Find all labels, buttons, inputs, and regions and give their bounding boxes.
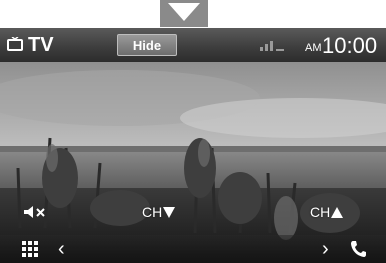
grid-menu-icon[interactable] — [22, 241, 38, 257]
tv-video[interactable] — [0, 28, 386, 263]
channel-down-button[interactable]: CH — [142, 204, 176, 220]
mute-icon — [24, 206, 45, 218]
clock-ampm: AM — [305, 42, 322, 54]
triangle-down-icon — [163, 206, 176, 218]
triangle-up-icon — [331, 206, 344, 218]
next-button[interactable]: › — [322, 238, 329, 261]
screen-down-indicator[interactable] — [160, 0, 208, 27]
mute-button[interactable] — [22, 204, 52, 220]
video-image — [0, 28, 386, 263]
clock-time: 10:00 — [322, 33, 378, 58]
channel-up-button[interactable]: CH — [310, 204, 344, 220]
source-title: TV — [28, 34, 54, 56]
status-bar: TV Hide AM 10:00 — [0, 28, 386, 62]
tv-icon — [7, 37, 23, 51]
phone-icon[interactable] — [350, 240, 366, 258]
previous-button[interactable]: ‹ — [58, 238, 65, 261]
signal-status-icon — [260, 41, 284, 51]
channel-up-label: CH — [310, 204, 331, 220]
hide-button[interactable]: Hide — [117, 34, 177, 56]
tv-screen: TV Hide AM 10:00 CH CH ‹ › — [0, 28, 386, 263]
down-arrow-icon — [168, 3, 200, 21]
channel-down-label: CH — [142, 204, 163, 220]
bottom-bar: ‹ › — [0, 235, 386, 263]
